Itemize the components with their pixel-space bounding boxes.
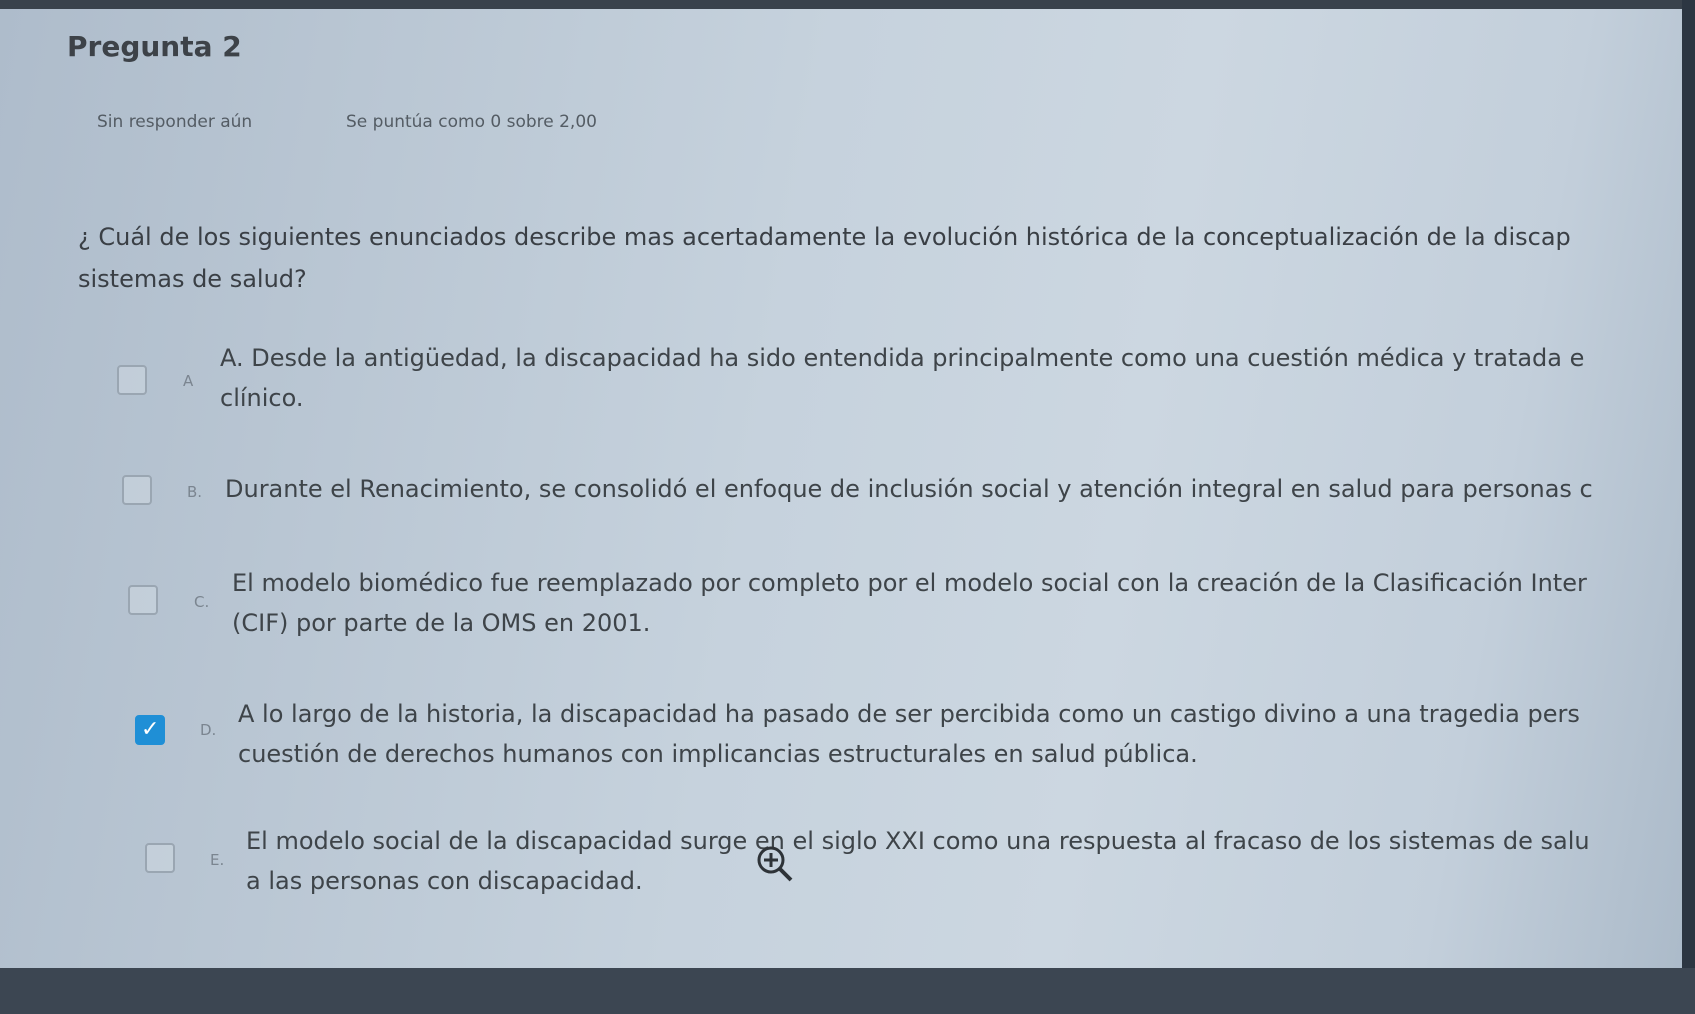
option-d-text[interactable]: A lo largo de la historia, la discapacid… (238, 694, 1580, 774)
option-b-text[interactable]: Durante el Renacimiento, se consolidó el… (225, 469, 1593, 509)
option-a-text-line-1: A. Desde la antigüedad, la discapacidad … (220, 344, 1585, 372)
browser-viewport: Pregunta 2 Sin responder aún Se puntúa c… (0, 0, 1695, 1014)
option-b-letter: B. (187, 483, 203, 501)
option-c-text-line-2: (CIF) por parte de la OMS en 2001. (232, 609, 651, 637)
screen-bezel-right (1682, 0, 1695, 1014)
option-d-text-line-2: cuestión de derechos humanos con implica… (238, 740, 1198, 768)
option-d-text-line-1: A lo largo de la historia, la discapacid… (238, 700, 1580, 728)
option-d-checkbox[interactable]: ✓ (135, 715, 165, 745)
option-e-text-line-2: a las personas con discapacidad. (246, 867, 643, 895)
option-b-checkbox[interactable] (122, 475, 152, 505)
top-edge-bar (0, 0, 1695, 9)
option-c-text[interactable]: El modelo biomédico fue reemplazado por … (232, 563, 1587, 643)
question-text-line-2: sistemas de salud? (78, 265, 307, 293)
taskbar (0, 968, 1695, 1014)
option-e-letter: E. (210, 851, 225, 869)
option-c-checkbox[interactable] (128, 585, 158, 615)
checkmark-icon: ✓ (141, 717, 160, 742)
question-title: Pregunta 2 (67, 30, 242, 63)
option-a-letter: A (183, 372, 194, 390)
option-c-text-line-1: El modelo biomédico fue reemplazado por … (232, 569, 1587, 597)
option-a-checkbox[interactable] (117, 365, 147, 395)
question-text-line-1: ¿ Cuál de los siguientes enunciados desc… (78, 223, 1571, 251)
option-d-letter: D. (200, 721, 217, 739)
zoom-in-icon (757, 846, 793, 882)
option-b-text-line-1: Durante el Renacimiento, se consolidó el… (225, 475, 1593, 503)
option-e-text-line-1: El modelo social de la discapacidad surg… (246, 827, 1590, 855)
option-e-checkbox[interactable] (145, 843, 175, 873)
option-a-text[interactable]: A. Desde la antigüedad, la discapacidad … (220, 338, 1584, 418)
option-c-letter: C. (194, 593, 210, 611)
option-e-text[interactable]: El modelo social de la discapacidad surg… (246, 821, 1590, 901)
question-status: Sin responder aún (97, 112, 253, 132)
option-a-text-line-2: clínico. (220, 384, 304, 412)
question-score: Se puntúa como 0 sobre 2,00 (346, 112, 597, 132)
question-text: ¿ Cuál de los siguientes enunciados desc… (78, 216, 1688, 300)
